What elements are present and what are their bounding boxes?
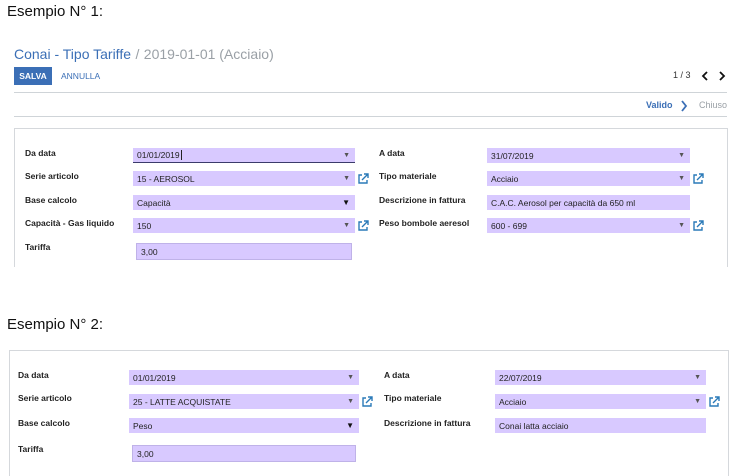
text-cursor <box>180 150 182 160</box>
a-data-value: 31/07/2019 <box>491 150 534 161</box>
label-tipo-materiale: Tipo materiale <box>384 393 442 403</box>
status-arrow-icon <box>680 99 688 112</box>
a-data-input-2[interactable]: 22/07/2019 ▼ <box>495 370 706 385</box>
a-data-input[interactable]: 31/07/2019 ▼ <box>487 148 690 163</box>
da-data-value: 01/01/2019 <box>137 150 180 160</box>
external-link-icon[interactable] <box>708 395 720 413</box>
label-tariffa: Tariffa <box>18 444 44 454</box>
serie-articolo-select[interactable]: 15 - AEROSOL ▼ <box>133 171 355 186</box>
pager-counter: 1 / 3 <box>673 70 691 80</box>
label-base-calcolo: Base calcolo <box>25 195 77 205</box>
peso-bombole-value: 600 - 699 <box>491 220 527 231</box>
form-sheet-2 <box>9 350 729 476</box>
tipo-materiale-select[interactable]: Acciaio ▼ <box>487 171 690 186</box>
dropdown-caret-icon[interactable]: ▼ <box>343 171 350 186</box>
da-data-input[interactable]: 01/01/2019 ▼ <box>133 148 355 163</box>
tipo-materiale-value: Acciaio <box>491 173 519 184</box>
descrizione-fattura-input-2[interactable]: Conai latta acciaio <box>495 418 706 433</box>
dropdown-caret-icon[interactable]: ▼ <box>343 148 350 163</box>
statusbar-divider <box>14 116 727 117</box>
dropdown-caret-icon[interactable]: ▼ <box>678 218 685 233</box>
example-1-heading: Esempio N° 1: <box>7 3 104 20</box>
dropdown-caret-icon[interactable]: ▼ <box>678 171 685 186</box>
dropdown-caret-icon[interactable]: ▼ <box>678 148 685 163</box>
descrizione-fattura-value: Conai latta acciaio <box>499 420 569 431</box>
external-link-icon[interactable] <box>361 395 373 413</box>
select-caret-icon[interactable]: ▼ <box>342 195 350 210</box>
base-calcolo-value: Peso <box>133 420 153 431</box>
label-a-data: A data <box>379 148 405 158</box>
chevron-right-icon[interactable] <box>717 69 727 81</box>
tariffa-value: 3,00 <box>137 448 154 459</box>
capacita-gas-value: 150 <box>137 220 152 231</box>
descrizione-fattura-value: C.A.C. Aerosol per capacità da 650 ml <box>491 197 636 208</box>
dropdown-caret-icon[interactable]: ▼ <box>343 218 350 233</box>
label-da-data: Da data <box>25 148 56 158</box>
serie-articolo-value: 25 - LATTE ACQUISTATE <box>133 396 231 407</box>
tariffa-input-2[interactable]: 3,00 <box>132 445 356 462</box>
label-serie-articolo: Serie articolo <box>18 393 72 403</box>
breadcrumb: Conai - Tipo Tariffe / 2019-01-01 (Accia… <box>14 46 274 64</box>
da-data-input-2[interactable]: 01/01/2019 ▼ <box>129 370 359 385</box>
example-2-heading: Esempio N° 2: <box>7 316 104 333</box>
tariffa-value: 3,00 <box>141 246 158 257</box>
base-calcolo-select[interactable]: Capacità ▼ <box>133 195 355 210</box>
label-tipo-materiale: Tipo materiale <box>379 171 437 181</box>
external-link-icon[interactable] <box>357 219 369 237</box>
serie-articolo-select-2[interactable]: 25 - LATTE ACQUISTATE ▼ <box>129 394 359 409</box>
descrizione-fattura-input[interactable]: C.A.C. Aerosol per capacità da 650 ml <box>487 195 690 210</box>
tariffa-input[interactable]: 3,00 <box>136 243 352 260</box>
label-capacita-gas: Capacità - Gas liquido <box>25 218 115 228</box>
select-caret-icon[interactable]: ▼ <box>346 418 354 433</box>
chevron-left-icon[interactable] <box>700 69 710 81</box>
tipo-materiale-value: Acciaio <box>499 396 527 407</box>
tipo-materiale-select-2[interactable]: Acciaio ▼ <box>495 394 706 409</box>
label-serie-articolo: Serie articolo <box>25 171 79 181</box>
control-panel-divider <box>14 92 727 93</box>
base-calcolo-value: Capacità <box>137 197 171 208</box>
breadcrumb-parent-link[interactable]: Conai - Tipo Tariffe <box>14 46 131 62</box>
peso-bombole-select[interactable]: 600 - 699 ▼ <box>487 218 690 233</box>
base-calcolo-select-2[interactable]: Peso ▼ <box>129 418 359 433</box>
external-link-icon[interactable] <box>357 172 369 190</box>
label-peso-bombole: Peso bombole aeresol <box>379 218 470 228</box>
dropdown-caret-icon[interactable]: ▼ <box>347 394 354 409</box>
status-chiuso[interactable]: Chiuso <box>699 100 727 110</box>
da-data-value: 01/01/2019 <box>133 372 176 383</box>
discard-button[interactable]: ANNULLA <box>61 71 100 81</box>
breadcrumb-separator: / <box>135 46 140 62</box>
label-descrizione-fattura: Descrizione in fattura <box>379 195 466 205</box>
save-button[interactable]: SALVA <box>14 67 52 85</box>
label-base-calcolo: Base calcolo <box>18 418 70 428</box>
label-tariffa: Tariffa <box>25 242 51 252</box>
dropdown-caret-icon[interactable]: ▼ <box>694 370 701 385</box>
capacita-gas-select[interactable]: 150 ▼ <box>133 218 355 233</box>
label-descrizione-fattura: Descrizione in fattura <box>384 418 471 428</box>
dropdown-caret-icon[interactable]: ▼ <box>347 370 354 385</box>
external-link-icon[interactable] <box>692 172 704 190</box>
external-link-icon[interactable] <box>692 219 704 237</box>
a-data-value: 22/07/2019 <box>499 372 542 383</box>
label-da-data: Da data <box>18 370 49 380</box>
status-valido[interactable]: Valido <box>646 100 673 110</box>
label-a-data: A data <box>384 370 410 380</box>
breadcrumb-current: 2019-01-01 (Acciaio) <box>143 46 274 62</box>
dropdown-caret-icon[interactable]: ▼ <box>694 394 701 409</box>
serie-articolo-value: 15 - AEROSOL <box>137 173 195 184</box>
